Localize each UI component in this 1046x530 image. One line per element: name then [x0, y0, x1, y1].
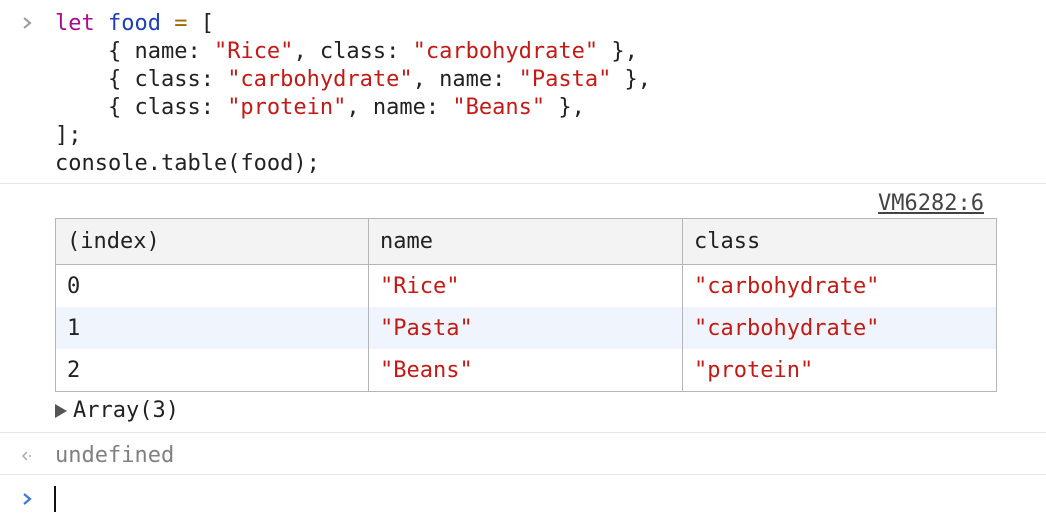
divider: [0, 474, 1046, 475]
code-token: [: [187, 11, 214, 36]
code-token: "Pasta": [518, 67, 612, 92]
code-token: },: [598, 39, 638, 64]
table-header-class[interactable]: class: [683, 219, 996, 264]
code-token: { name:: [55, 39, 214, 64]
table-row: 0 "Rice" "carbohydrate": [56, 265, 996, 307]
code-token: },: [545, 95, 585, 120]
result-value: undefined: [55, 443, 175, 468]
table-header-name[interactable]: name: [369, 219, 683, 264]
table-header-index[interactable]: (index): [56, 219, 369, 264]
code-token: "carbohydrate": [227, 67, 413, 92]
code-token: , class:: [293, 39, 413, 64]
code-token: =: [174, 11, 188, 36]
table-cell-index: 1: [56, 307, 369, 349]
table-cell-name: "Pasta": [369, 307, 683, 349]
code-line: { class: "protein", name: "Beans" },: [55, 94, 585, 122]
code-token: { class:: [55, 95, 228, 120]
text-caret: [54, 486, 56, 512]
table-cell-class: "carbohydrate": [694, 315, 880, 341]
code-line: { class: "carbohydrate", name: "Pasta" }…: [55, 66, 651, 94]
console-prompt: [0, 482, 1046, 522]
divider: [0, 432, 1046, 433]
console-entry-input: let food = [ { name: "Rice", class: "car…: [0, 0, 1046, 184]
table-header-row: (index) name class: [56, 219, 996, 265]
array-expand-toggle[interactable]: Array(3): [55, 396, 179, 426]
console-result: undefined: [0, 440, 1046, 472]
console-input[interactable]: [53, 484, 953, 516]
code-line: let food = [: [55, 10, 214, 38]
table-cell-name: "Beans": [369, 349, 683, 391]
code-token: let: [55, 11, 95, 36]
code-token: "carbohydrate": [412, 39, 599, 64]
table-cell-name: "Rice": [369, 265, 683, 307]
table-cell-index: 2: [56, 349, 369, 391]
code-token: "protein": [227, 95, 347, 120]
code-token: food: [108, 11, 161, 36]
code-token: , name:: [346, 95, 453, 120]
table-cell-index: 0: [56, 265, 369, 307]
console-table: (index) name class 0 "Rice" "carbohydrat…: [55, 218, 997, 392]
code-token: },: [611, 67, 652, 92]
return-arrow-icon: [21, 451, 31, 461]
code-token: console.table(food);: [55, 151, 320, 176]
table-row: 2 "Beans" "protein": [56, 349, 996, 391]
code-token: "Rice": [213, 39, 294, 64]
code-token: { class:: [55, 67, 228, 92]
triangle-right-icon: [55, 404, 67, 418]
code-token: "Beans": [452, 95, 546, 120]
chevron-right-icon: [23, 493, 32, 505]
array-summary: Array(3): [73, 398, 179, 423]
code-token: ];: [55, 123, 82, 148]
source-link[interactable]: VM6282:6: [878, 190, 984, 218]
code-line: { name: "Rice", class: "carbohydrate" },: [55, 38, 638, 66]
table-cell-class: "carbohydrate": [694, 273, 880, 299]
chevron-right-icon: [23, 17, 32, 29]
table-cell-class: "protein": [694, 357, 814, 383]
code-line: ];: [55, 122, 82, 150]
code-line: console.table(food);: [55, 150, 320, 178]
table-row: 1 "Pasta" "carbohydrate": [56, 307, 996, 349]
code-token: , name:: [412, 67, 519, 92]
